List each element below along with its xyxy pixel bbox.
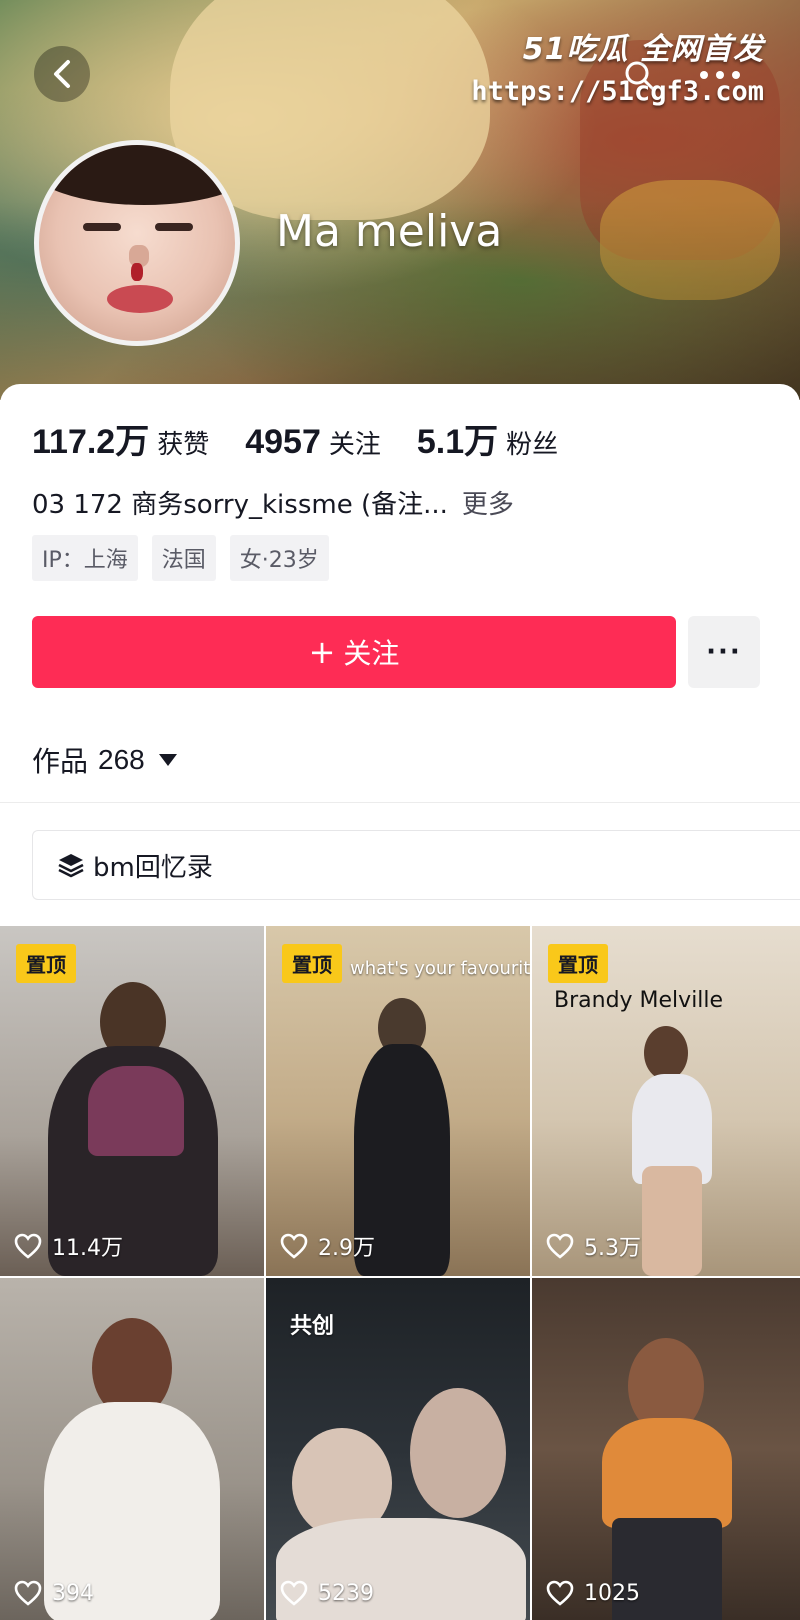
avatar[interactable] <box>34 140 240 346</box>
stat-followers[interactable]: 5.1万 粉丝 <box>417 414 558 463</box>
stat-label: 关注 <box>328 430 381 460</box>
divider <box>0 802 800 803</box>
thumb-figure <box>88 1066 184 1156</box>
likes-count: 5239 <box>318 1580 374 1606</box>
heart-icon <box>14 1233 42 1259</box>
avatar-eye <box>83 223 121 231</box>
thumb-figure <box>410 1388 506 1518</box>
follow-label: 关注 <box>343 637 400 670</box>
bio-more-link[interactable]: 更多 <box>462 490 514 520</box>
chevron-left-icon <box>54 60 70 88</box>
video-likes: 2.9万 <box>280 1230 375 1262</box>
heart-icon <box>280 1233 308 1259</box>
works-label: 作品 <box>32 745 89 778</box>
stat-following[interactable]: 4957 关注 <box>245 423 381 462</box>
more-actions-button[interactable]: ··· <box>688 616 760 688</box>
likes-count: 1025 <box>584 1580 640 1606</box>
video-likes: 11.4万 <box>14 1230 123 1262</box>
collection-chip[interactable]: bm回忆录 <box>32 830 800 900</box>
video-tile[interactable]: 置顶 11.4万 <box>0 926 264 1276</box>
collection-label: bm回忆录 <box>93 852 213 883</box>
video-caption: what's your favourite? <box>350 958 530 979</box>
avatar-mouth <box>107 285 173 313</box>
thumb-figure <box>602 1418 732 1528</box>
tag-location[interactable]: 法国 <box>151 535 216 581</box>
likes-count: 5.3万 <box>584 1236 641 1261</box>
avatar-eye <box>155 223 193 231</box>
avatar-hair <box>39 145 235 205</box>
video-likes: 394 <box>14 1580 94 1606</box>
profile-bio: 03 172 商务sorry_kissme (备注... 更多 <box>32 484 514 521</box>
watermark: 51吃瓜 全网首发 https://51cgf3.com <box>471 24 764 107</box>
tag-ip: IP：上海 <box>32 535 138 581</box>
pinned-badge: 置顶 <box>548 944 608 983</box>
layers-icon <box>58 854 84 878</box>
video-tile[interactable]: 共创 5239 <box>266 1278 530 1620</box>
heart-icon <box>14 1580 42 1606</box>
likes-count: 11.4万 <box>52 1236 123 1261</box>
video-caption: Brandy Melville <box>554 988 724 1013</box>
pinned-badge: 置顶 <box>282 944 342 983</box>
stat-value: 4957 <box>245 423 321 461</box>
stat-label: 粉丝 <box>506 430 559 460</box>
tag-gender-age: 女·23岁 <box>229 535 329 581</box>
stat-value: 5.1万 <box>416 423 499 461</box>
likes-count: 394 <box>52 1580 94 1606</box>
follow-button[interactable]: + 关注 <box>32 616 676 688</box>
heart-icon <box>546 1233 574 1259</box>
collab-badge: 共创 <box>290 1314 335 1339</box>
likes-count: 2.9万 <box>318 1236 375 1261</box>
pinned-badge: 置顶 <box>16 944 76 983</box>
tab-works[interactable]: 作品 268 <box>32 740 177 780</box>
video-likes: 5.3万 <box>546 1230 641 1262</box>
more-actions-icon: ··· <box>706 637 742 667</box>
heart-icon <box>280 1580 308 1606</box>
plus-icon: + <box>308 633 336 671</box>
avatar-detail <box>131 263 143 281</box>
watermark-url: https://51cgf3.com <box>471 76 764 107</box>
works-count: 268 <box>98 744 145 775</box>
video-tile[interactable]: 置顶 Brandy Melville 5.3万 <box>532 926 800 1276</box>
stat-likes[interactable]: 117.2万 获赞 <box>32 414 209 463</box>
video-tile[interactable]: 1025 <box>532 1278 800 1620</box>
bio-text: 03 172 商务sorry_kissme (备注... <box>32 490 448 520</box>
video-tile[interactable]: 394 <box>0 1278 264 1620</box>
video-likes: 1025 <box>546 1580 640 1606</box>
video-likes: 5239 <box>280 1580 374 1606</box>
profile-tags: IP：上海 法国 女·23岁 <box>32 535 343 581</box>
watermark-brand: 51吃瓜 全网首发 <box>522 32 764 67</box>
heart-icon <box>546 1580 574 1606</box>
video-tile[interactable]: 置顶 what's your favourite? 2.9万 <box>266 926 530 1276</box>
profile-nickname: Ma meliva <box>276 206 503 257</box>
stat-label: 获赞 <box>157 430 210 460</box>
thumb-figure <box>644 1026 688 1080</box>
caret-down-icon <box>158 754 177 766</box>
thumb-figure <box>642 1166 702 1276</box>
profile-stats: 117.2万 获赞 4957 关注 5.1万 粉丝 <box>32 414 594 463</box>
back-button[interactable] <box>34 46 90 102</box>
stat-value: 117.2万 <box>32 423 150 461</box>
